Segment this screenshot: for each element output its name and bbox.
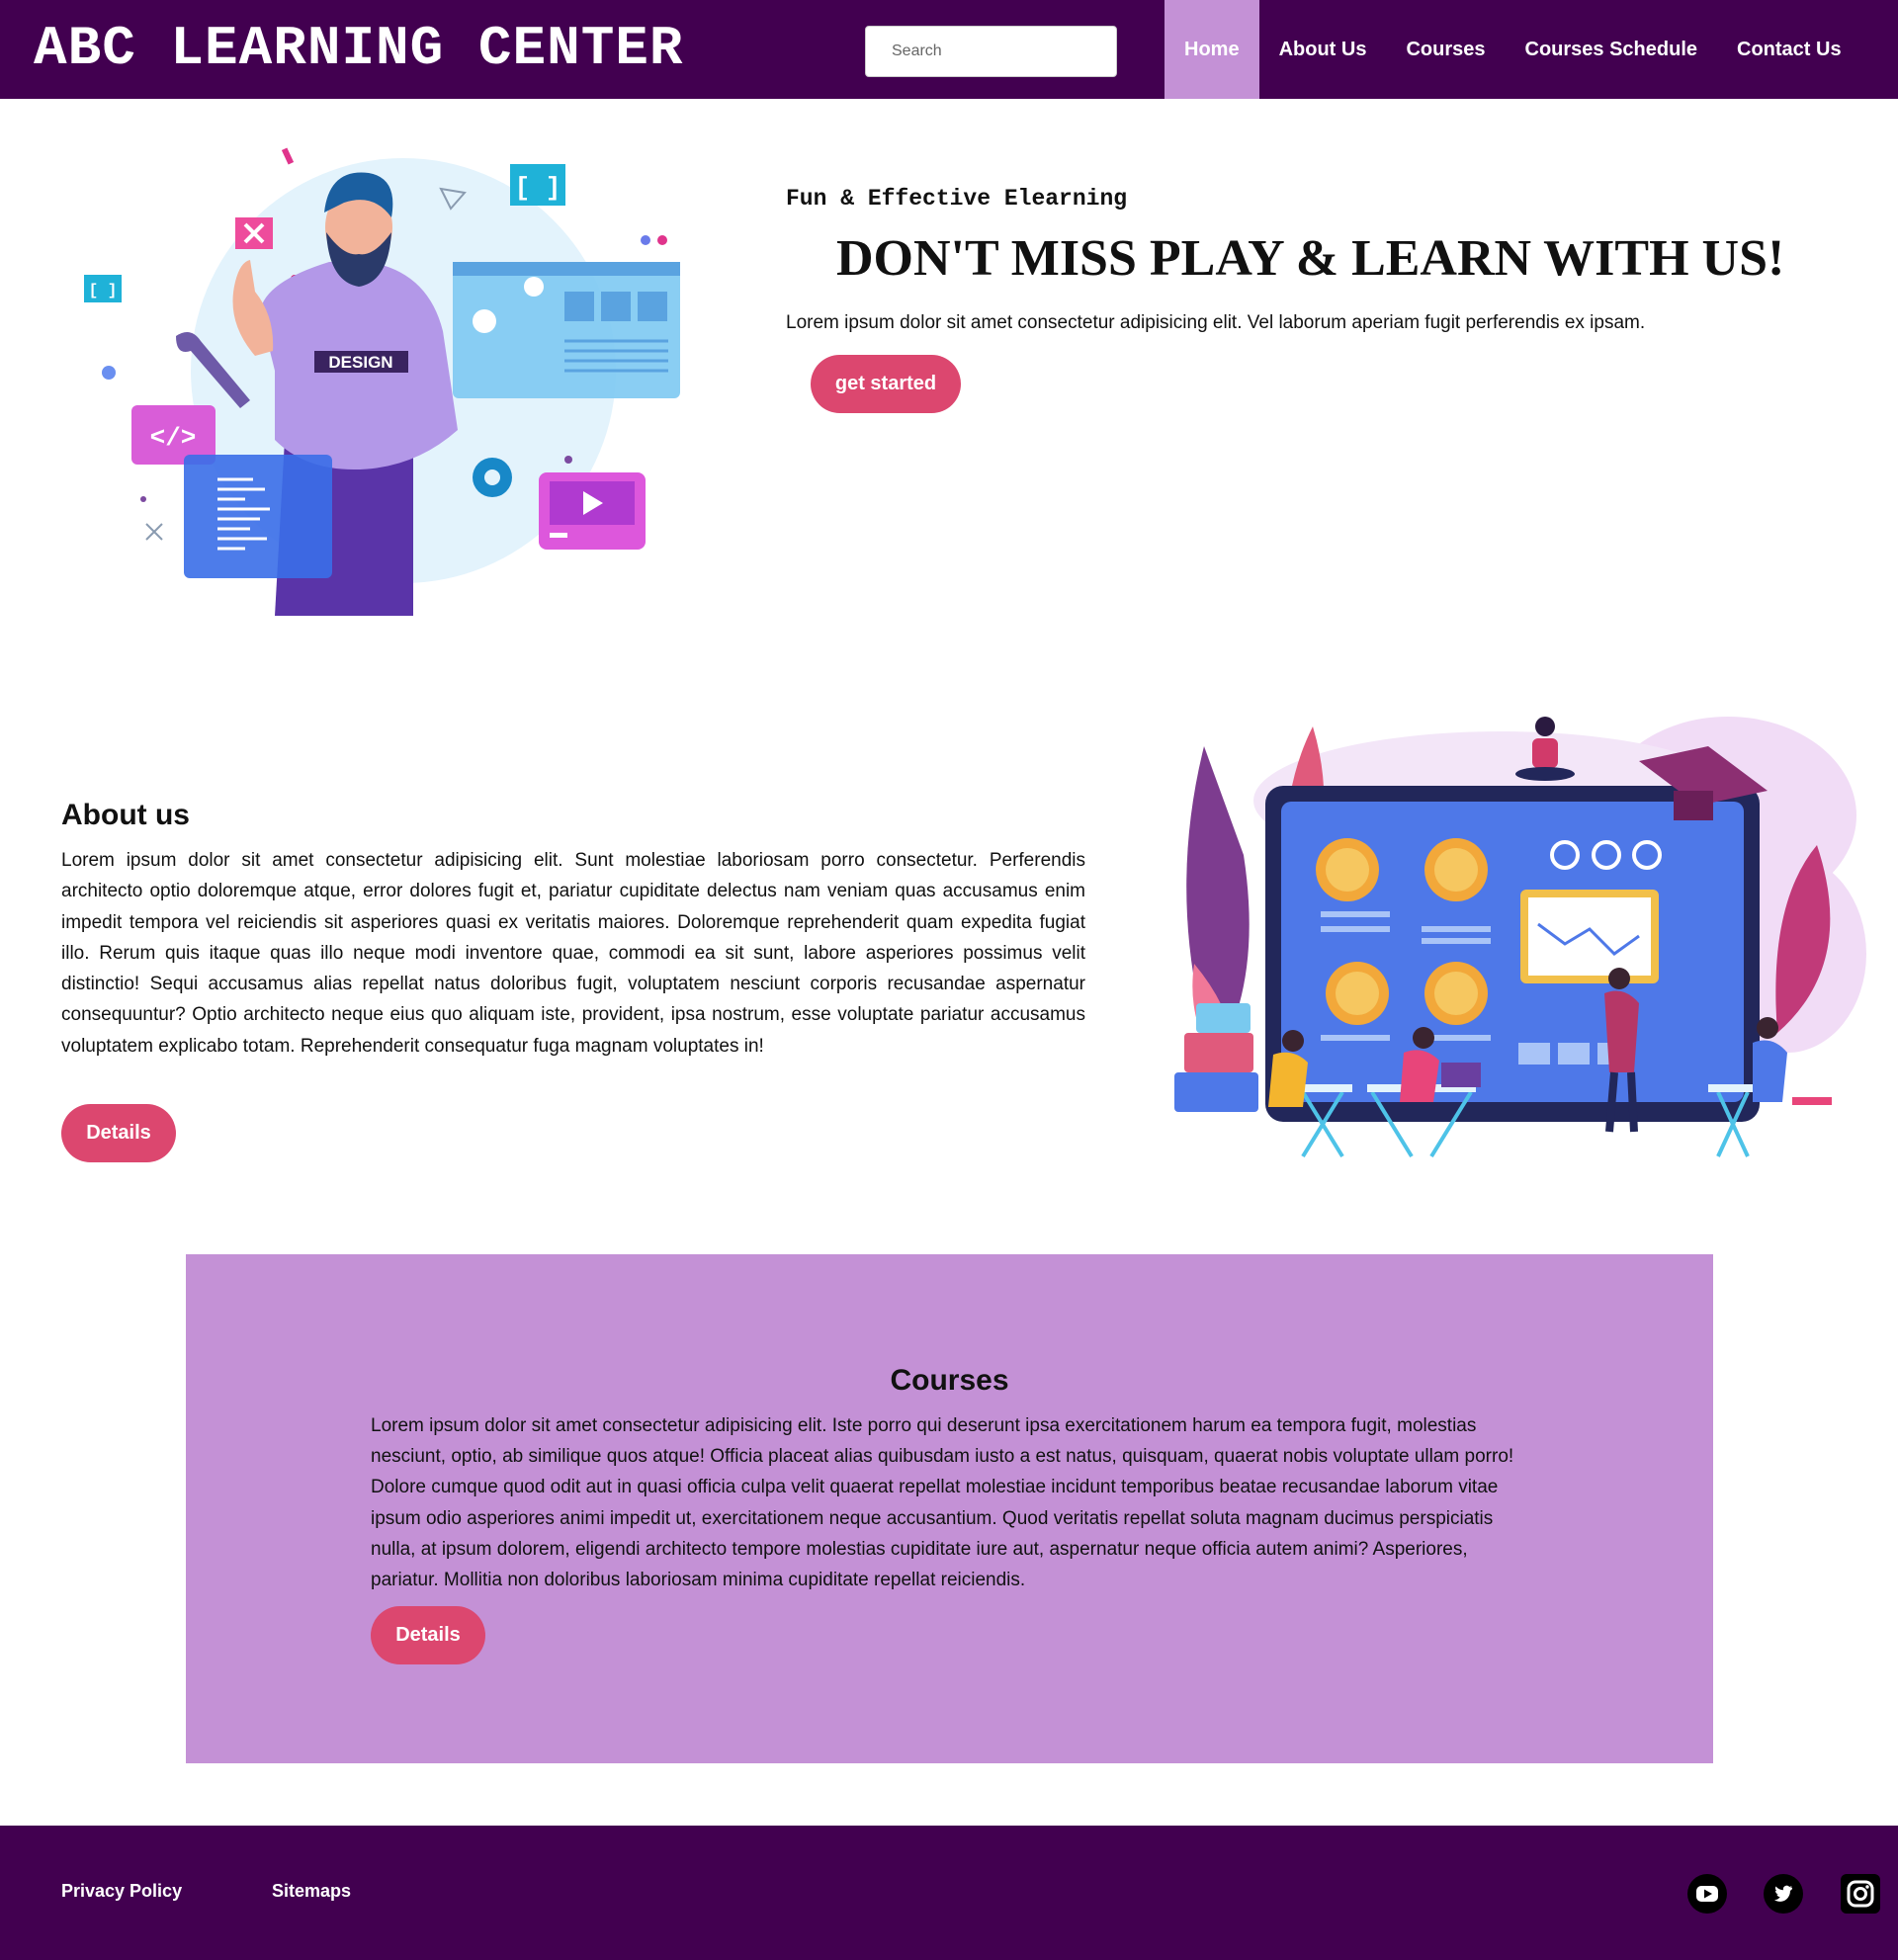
about-title: About us — [61, 799, 190, 831]
elearning-illustration — [1174, 717, 1866, 1158]
about-text: Lorem ipsum dolor sit amet consectetur a… — [61, 850, 1085, 1057]
site-logo[interactable]: ABC LEARNING CENTER — [34, 16, 684, 81]
design-badge: DESIGN — [328, 353, 392, 372]
about-details-button[interactable]: Details — [61, 1104, 176, 1162]
hero-title: DON'T MISS PLAY & LEARN WITH US! — [836, 230, 1785, 287]
svg-text:[ ]: [ ] — [515, 173, 561, 203]
hero-text: Lorem ipsum dolor sit amet consectetur a… — [786, 312, 1646, 333]
get-started-button[interactable]: get started — [811, 355, 961, 413]
nav-home[interactable]: Home — [1165, 0, 1259, 99]
twitter-icon[interactable] — [1764, 1874, 1803, 1914]
courses-text: Lorem ipsum dolor sit amet consectetur a… — [371, 1415, 1514, 1591]
sitemaps-link[interactable]: Sitemaps — [272, 1881, 351, 1902]
nav-courses[interactable]: Courses — [1386, 0, 1505, 99]
privacy-policy-link[interactable]: Privacy Policy — [61, 1881, 182, 1902]
courses-title: Courses — [890, 1364, 1009, 1397]
nav-contact-us[interactable]: Contact Us — [1717, 0, 1861, 99]
site-header: ABC LEARNING CENTER Home About Us Course… — [0, 0, 1898, 99]
courses-details-button[interactable]: Details — [371, 1606, 485, 1664]
main-nav: Home About Us Courses Courses Schedule C… — [1165, 0, 1861, 99]
search-input[interactable] — [865, 26, 1117, 77]
courses-section: Courses Lorem ipsum dolor sit amet conse… — [186, 1254, 1713, 1763]
svg-text:[ ]: [ ] — [89, 282, 118, 299]
nav-about-us[interactable]: About Us — [1259, 0, 1387, 99]
site-footer: Privacy Policy Sitemaps — [0, 1826, 1898, 1960]
hero-tagline: Fun & Effective Elearning — [786, 186, 1128, 212]
hero-illustration: [ ] [ ] DESIGN </> — [84, 147, 680, 616]
nav-courses-schedule[interactable]: Courses Schedule — [1506, 0, 1718, 99]
instagram-icon[interactable] — [1841, 1874, 1880, 1914]
svg-text:</>: </> — [150, 423, 197, 453]
youtube-icon[interactable] — [1687, 1874, 1727, 1914]
